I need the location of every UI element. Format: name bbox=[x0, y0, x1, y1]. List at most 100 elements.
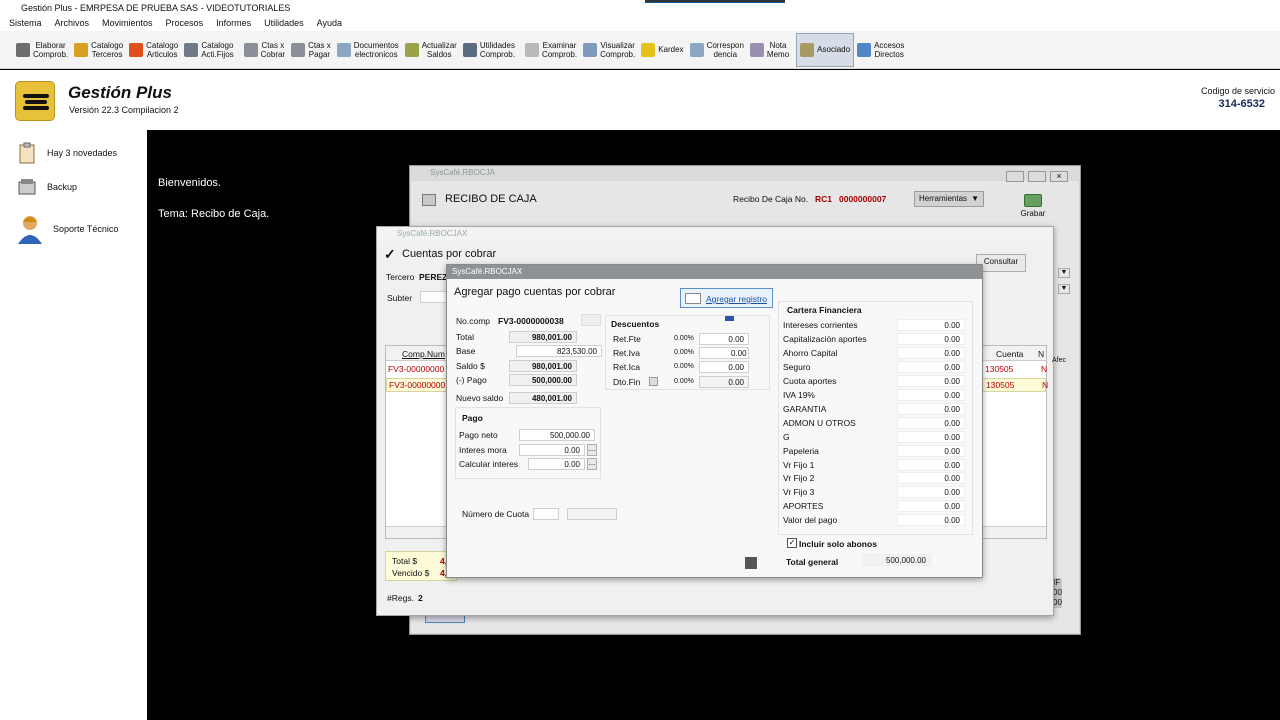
cartera-item-input[interactable]: 0.00 bbox=[897, 388, 965, 401]
menu-bar: Sistema Archivos Movimientos Procesos Inform… bbox=[0, 16, 1280, 31]
herramientas-dropdown[interactable]: Herramientas ▼ bbox=[914, 191, 984, 207]
subter-label: Subter bbox=[387, 293, 413, 303]
tercero-label: Tercero bbox=[386, 272, 415, 282]
menu-utilidades[interactable]: Utilidades bbox=[264, 16, 304, 31]
chevron-down-icon[interactable]: ▼ bbox=[1058, 268, 1070, 278]
toolbar-label: Actualizar Saldos bbox=[421, 40, 457, 59]
numero-cuota-input[interactable] bbox=[533, 508, 559, 520]
interes-mora-input[interactable]: 0.00 bbox=[519, 444, 585, 456]
cartera-item-input[interactable]: 0.00 bbox=[897, 360, 965, 373]
agregar-registro-button[interactable]: Agregar registro bbox=[680, 288, 773, 308]
toolbar-button-nota[interactable]: Nota Memo bbox=[747, 33, 792, 67]
cartera-item-input[interactable]: 0.00 bbox=[897, 319, 965, 331]
toolbar-button-documentos[interactable]: Documentos electronicos bbox=[334, 33, 402, 67]
dto-fin-button[interactable] bbox=[649, 377, 658, 386]
menu-ayuda[interactable]: Ayuda bbox=[317, 16, 342, 31]
tema-text: Tema: Recibo de Caja. bbox=[158, 208, 270, 220]
chevron-down-icon[interactable]: ▼ bbox=[1058, 284, 1070, 294]
grabar-button[interactable]: Grabar bbox=[1017, 192, 1049, 222]
sidebar-item-backup[interactable]: Backup bbox=[17, 176, 77, 198]
ret-iva-input[interactable]: 0.00 bbox=[699, 347, 749, 359]
toolbar-button-visualizar[interactable]: Visualizar Comprob. bbox=[580, 33, 638, 67]
cartera-item-input[interactable]: 0.00 bbox=[897, 402, 965, 415]
cartera-item-input[interactable]: 0.00 bbox=[897, 374, 965, 387]
menu-archivos[interactable]: Archivos bbox=[55, 16, 90, 31]
close-icon[interactable]: × bbox=[1050, 171, 1068, 182]
sidebar-item-label: Hay 3 novedades bbox=[47, 148, 118, 158]
sidebar-item-novedades[interactable]: Hay 3 novedades bbox=[17, 142, 117, 164]
cartera-item-label: Cuota aportes bbox=[783, 375, 837, 386]
solo-abonos-checkbox[interactable]: ✓ bbox=[787, 538, 797, 548]
payable-icon bbox=[291, 42, 306, 57]
toolbar-button-elaborar[interactable]: Elaborar Comprob. bbox=[13, 33, 71, 67]
toolbar-label: Elaborar Comprob. bbox=[33, 40, 69, 59]
menu-procesos[interactable]: Procesos bbox=[166, 16, 204, 31]
col-afec: Afec bbox=[1052, 357, 1067, 364]
cartera-item-input[interactable]: 0.00 bbox=[897, 500, 965, 513]
toolbar-button-examinar[interactable]: Examinar Comprob. bbox=[522, 33, 580, 67]
minimize-icon[interactable] bbox=[1006, 171, 1024, 182]
exit-icon[interactable] bbox=[745, 557, 757, 569]
toolbar-button-ctasx[interactable]: Ctas x Cobrar bbox=[241, 33, 288, 67]
toolbar-button-accesos[interactable]: Accesos Directos bbox=[854, 33, 907, 67]
version-text: Versión 22.3 Compilacion 2 bbox=[69, 105, 179, 115]
pago-label: (-) Pago bbox=[456, 375, 487, 385]
toolbar-button-ctasx[interactable]: Ctas x Pagar bbox=[288, 33, 334, 67]
base-input[interactable]: 823,530.00 bbox=[516, 345, 602, 357]
cartera-item-input[interactable]: 0.00 bbox=[897, 458, 965, 471]
pago-neto-label: Pago neto bbox=[459, 430, 498, 440]
toolbar-label: Kardex bbox=[658, 45, 684, 54]
sidebar-item-soporte[interactable]: Soporte Técnico bbox=[17, 214, 118, 244]
toolbar-button-catalogo[interactable]: Catalogo Terceros bbox=[71, 33, 126, 67]
ret-iva-pct: 0.00% bbox=[674, 349, 694, 356]
calcular-interes-input[interactable]: 0.00 bbox=[528, 458, 585, 470]
menu-informes[interactable]: Informes bbox=[216, 16, 251, 31]
cartera-item-label: Seguro bbox=[783, 361, 811, 372]
cartera-item-input[interactable]: 0.00 bbox=[897, 444, 965, 457]
toolbar-label: Visualizar Comprob. bbox=[600, 40, 636, 59]
maximize-icon[interactable] bbox=[1028, 171, 1046, 182]
cartera-item-input[interactable]: 0.00 bbox=[897, 332, 965, 345]
agregar-pago-dialog: SysCafé.RBOCJAX Agregar pago cuentas por… bbox=[446, 264, 983, 578]
toolbar-button-actualizar[interactable]: Actualizar Saldos bbox=[402, 33, 460, 67]
base-label: Base bbox=[456, 346, 476, 356]
col-n[interactable]: N bbox=[1038, 349, 1044, 359]
ret-ica-input[interactable]: 0.00 bbox=[699, 361, 749, 373]
ret-fte-input[interactable]: 0.00 bbox=[699, 333, 749, 345]
herramientas-label: Herramientas bbox=[919, 194, 968, 203]
toolbar-button-catalogo[interactable]: Catalogo Articulos bbox=[126, 33, 181, 67]
ret-iva-label: Ret.Iva bbox=[613, 348, 640, 358]
cxc-window-title: SysCafé.RBOCJAX bbox=[377, 227, 1053, 241]
toolbar-button-correspon[interactable]: Correspon dencia bbox=[687, 33, 747, 67]
calcular-interes-button[interactable]: ... bbox=[587, 458, 597, 470]
toolbar-button-catalogo[interactable]: Catalogo Acti.Fijos bbox=[181, 33, 236, 67]
menu-movimientos[interactable]: Movimientos bbox=[102, 16, 153, 31]
toolbar-label: Catalogo Articulos bbox=[146, 40, 179, 59]
tercero-value: PEREZ bbox=[419, 272, 448, 282]
toolbar-button-utilidades[interactable]: Utilidades Comprob. bbox=[460, 33, 518, 67]
cartera-item-input[interactable]: 0.00 bbox=[897, 472, 965, 485]
dialog-title: Agregar pago cuentas por cobrar bbox=[454, 286, 616, 298]
cartera-item-input[interactable]: 0.00 bbox=[897, 416, 965, 429]
solo-abonos-label: Incluir solo abonos bbox=[799, 539, 877, 549]
cartera-item-input[interactable]: 0.00 bbox=[897, 514, 965, 527]
toolbar-button-asociado[interactable]: Asociado bbox=[796, 32, 855, 67]
toolbar-button-kardex[interactable]: Kardex bbox=[638, 33, 686, 67]
consultar-button[interactable]: Consultar bbox=[976, 254, 1026, 272]
menu-sistema[interactable]: Sistema bbox=[9, 16, 42, 31]
toolbar-label: Accesos Directos bbox=[874, 40, 905, 59]
total-label: Total $ bbox=[392, 556, 418, 566]
pago-neto-input[interactable]: 500,000.00 bbox=[519, 429, 595, 441]
check-icon: ✓ bbox=[384, 246, 396, 262]
interes-mora-button[interactable]: ... bbox=[587, 444, 597, 456]
saldo-label: Saldo $ bbox=[456, 361, 485, 371]
col-comp-num[interactable]: Comp.Num bbox=[402, 349, 445, 359]
col-cuenta[interactable]: Cuenta bbox=[996, 349, 1023, 359]
tools-icon bbox=[184, 42, 199, 57]
service-code-number: 314-6532 bbox=[1218, 98, 1266, 110]
cartera-item-input[interactable]: 0.00 bbox=[897, 346, 965, 359]
cartera-item-label: Vr Fijo 1 bbox=[783, 459, 815, 470]
interes-mora-label: Interes mora bbox=[459, 445, 507, 455]
cartera-item-input[interactable]: 0.00 bbox=[897, 430, 965, 443]
cartera-item-input[interactable]: 0.00 bbox=[897, 486, 965, 499]
